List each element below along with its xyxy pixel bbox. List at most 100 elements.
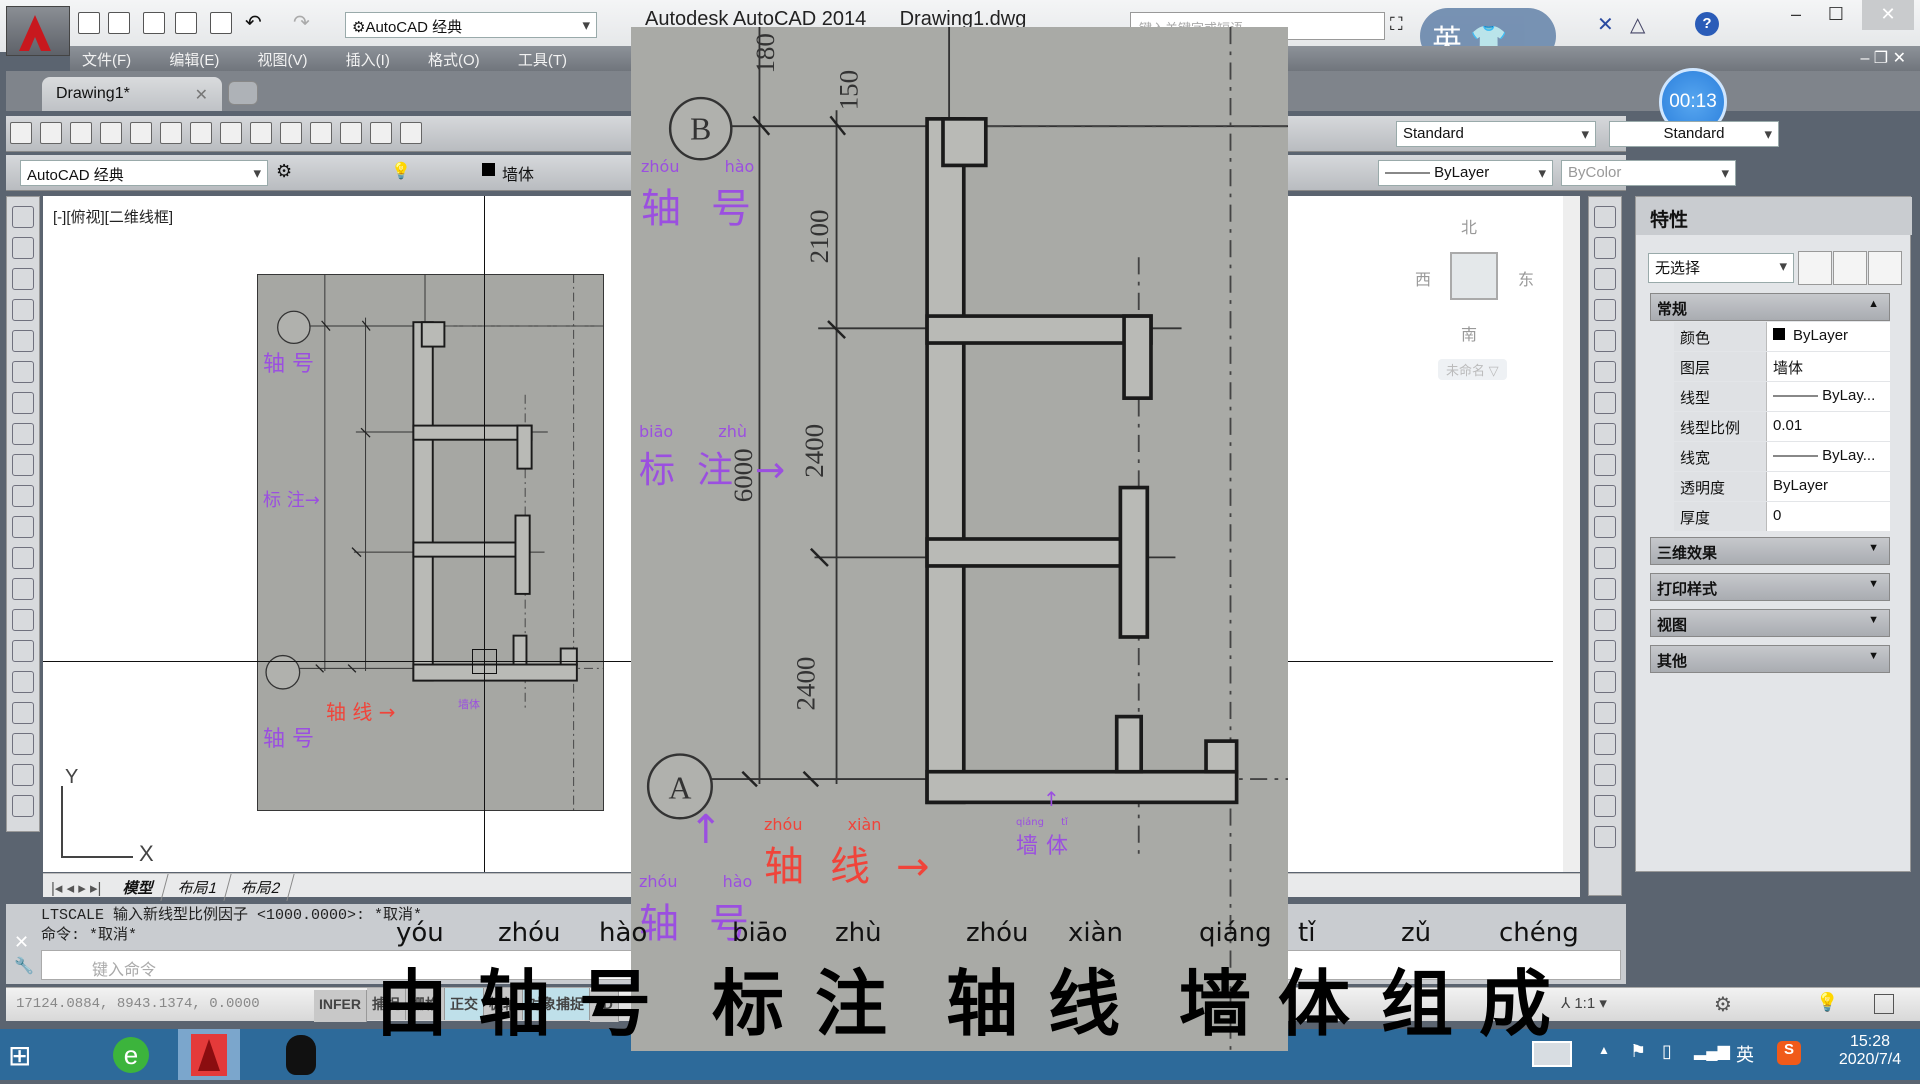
move-icon[interactable] — [1594, 361, 1616, 383]
erase-icon[interactable] — [1594, 206, 1616, 228]
property-row[interactable]: 颜色 ByLayer — [1674, 322, 1890, 351]
scale-icon[interactable] — [1594, 423, 1616, 445]
property-row[interactable]: 厚度 0 — [1674, 502, 1890, 531]
toggle-pickadd-icon[interactable] — [1798, 251, 1832, 285]
qq-icon[interactable] — [270, 1029, 332, 1080]
save-icon[interactable] — [143, 12, 165, 34]
arc-icon[interactable] — [12, 361, 34, 383]
pan-icon[interactable] — [370, 122, 392, 144]
ime-indicator[interactable]: 英 — [1736, 1041, 1754, 1067]
spline-icon[interactable] — [12, 454, 34, 476]
property-value[interactable]: 0.01 — [1767, 412, 1890, 441]
front-back-icon[interactable] — [1594, 826, 1616, 848]
table-icon[interactable] — [12, 733, 34, 755]
hatch-icon[interactable] — [12, 640, 34, 662]
minimize-button[interactable]: – — [1775, 0, 1817, 30]
viewcube-east[interactable]: 东 — [1518, 266, 1534, 290]
join-icon[interactable] — [1594, 578, 1616, 600]
construction-line-icon[interactable] — [12, 237, 34, 259]
property-value[interactable]: ——— ByLay... — [1767, 442, 1890, 471]
new-icon[interactable] — [10, 122, 32, 144]
action-center-icon[interactable]: ⚑ — [1630, 1041, 1646, 1062]
menu-format[interactable]: 格式(O) — [416, 46, 492, 73]
linetype-dropdown[interactable]: ——— ByLayer — [1378, 160, 1553, 186]
property-value[interactable]: ByLayer — [1767, 322, 1890, 351]
viewcube-south[interactable]: 南 — [1461, 321, 1477, 345]
line-icon[interactable] — [12, 206, 34, 228]
annotation-scale[interactable]: ⅄ 1:1 ▾ — [1561, 994, 1607, 1012]
publish-icon[interactable] — [160, 122, 182, 144]
workspace-dropdown[interactable]: ⚙AutoCAD 经典 — [345, 12, 597, 38]
dim-style-dropdown[interactable]: Standard — [1609, 121, 1779, 147]
property-value[interactable]: 0 — [1767, 502, 1890, 531]
rotate-icon[interactable] — [1594, 392, 1616, 414]
quick-select-icon[interactable] — [1868, 251, 1902, 285]
close-button[interactable]: ✕ — [1862, 0, 1914, 30]
close-tab-icon[interactable]: ✕ — [195, 85, 208, 105]
property-value[interactable]: ——— ByLay... — [1767, 382, 1890, 411]
section-2[interactable]: 视图 ▼ — [1650, 609, 1890, 637]
copy-icon[interactable] — [220, 122, 242, 144]
menu-file[interactable]: 文件(F) — [70, 46, 143, 73]
viewcube-north[interactable]: 北 — [1461, 214, 1477, 238]
help-icon[interactable]: ? — [1695, 12, 1719, 36]
make-block-icon[interactable] — [12, 578, 34, 600]
status-toggle[interactable]: INFER — [314, 990, 367, 1022]
revision-cloud-icon[interactable] — [12, 423, 34, 445]
clean-screen-icon[interactable] — [1874, 994, 1894, 1014]
blend-icon[interactable] — [1594, 671, 1616, 693]
extend-icon[interactable] — [1594, 516, 1616, 538]
section-3[interactable]: 其他 ▼ — [1650, 645, 1890, 673]
tab-layout1[interactable]: 布局1 — [165, 874, 232, 901]
undo-icon[interactable] — [310, 122, 332, 144]
property-row[interactable]: 线型比例 0.01 — [1674, 412, 1890, 441]
tab-nav-arrows[interactable]: |◂ ◂ ▸ ▸| — [43, 880, 109, 897]
section-general[interactable]: 常规 ▲ — [1650, 293, 1890, 321]
text-style-dropdown[interactable]: Standard — [1396, 121, 1596, 147]
undo-icon[interactable]: ↶ — [245, 10, 262, 35]
send-back-icon[interactable] — [1594, 795, 1616, 817]
stretch-icon[interactable] — [1594, 454, 1616, 476]
print-icon[interactable] — [100, 122, 122, 144]
open-icon[interactable] — [108, 12, 130, 34]
plotstyle-dropdown[interactable]: ByColor — [1561, 160, 1736, 186]
gear-icon[interactable]: ⚙ — [276, 161, 292, 182]
tab-model[interactable]: 模型 — [109, 874, 169, 901]
save-icon[interactable] — [70, 122, 92, 144]
ellipse-icon[interactable] — [12, 485, 34, 507]
rectangle-icon[interactable] — [12, 330, 34, 352]
isolate-objects-icon[interactable]: 💡 — [1816, 992, 1838, 1013]
viewcube-west[interactable]: 西 — [1415, 266, 1431, 290]
battery-icon[interactable]: ▯ — [1662, 1041, 1672, 1062]
close-command-icon[interactable]: ✕ — [14, 932, 29, 953]
region-icon[interactable] — [12, 702, 34, 724]
viewcube-top-face[interactable] — [1450, 252, 1498, 300]
menu-view[interactable]: 视图(V) — [246, 46, 320, 73]
property-row[interactable]: 线型 ——— ByLay... — [1674, 382, 1890, 411]
layer-dropdown[interactable]: 墙体 — [502, 161, 534, 185]
offset-icon[interactable] — [1594, 299, 1616, 321]
trim-icon[interactable] — [1594, 485, 1616, 507]
property-value[interactable]: 墙体 — [1767, 352, 1890, 381]
windows-start-icon[interactable]: ⊞ — [8, 1039, 31, 1072]
binoculars-icon[interactable]: ⛶ — [1390, 14, 1403, 35]
autodesk-360-icon[interactable]: △ — [1630, 12, 1645, 37]
redo-icon[interactable] — [340, 122, 362, 144]
section-0[interactable]: 三维效果 ▼ — [1650, 537, 1890, 565]
property-row[interactable]: 图层 墙体 — [1674, 352, 1890, 381]
polygon-icon[interactable] — [12, 299, 34, 321]
menu-tools[interactable]: 工具(T) — [506, 46, 579, 73]
new-icon[interactable] — [78, 12, 100, 34]
clock[interactable]: 15:28 2020/7/4 — [1825, 1033, 1915, 1069]
cut-icon[interactable] — [190, 122, 212, 144]
multiline-text-icon[interactable] — [12, 764, 34, 786]
tab-layout2[interactable]: 布局2 — [228, 874, 296, 901]
print-preview-icon[interactable] — [130, 122, 152, 144]
selection-dropdown[interactable]: 无选择 — [1648, 253, 1794, 283]
property-value[interactable]: ByLayer — [1767, 472, 1890, 501]
ie-browser-icon[interactable]: e — [100, 1029, 162, 1080]
gradient-icon[interactable] — [12, 671, 34, 693]
customize-icon[interactable]: 🔧 — [14, 956, 34, 976]
maximize-button[interactable]: ☐ — [1815, 0, 1857, 30]
bring-front-icon[interactable] — [1594, 764, 1616, 786]
